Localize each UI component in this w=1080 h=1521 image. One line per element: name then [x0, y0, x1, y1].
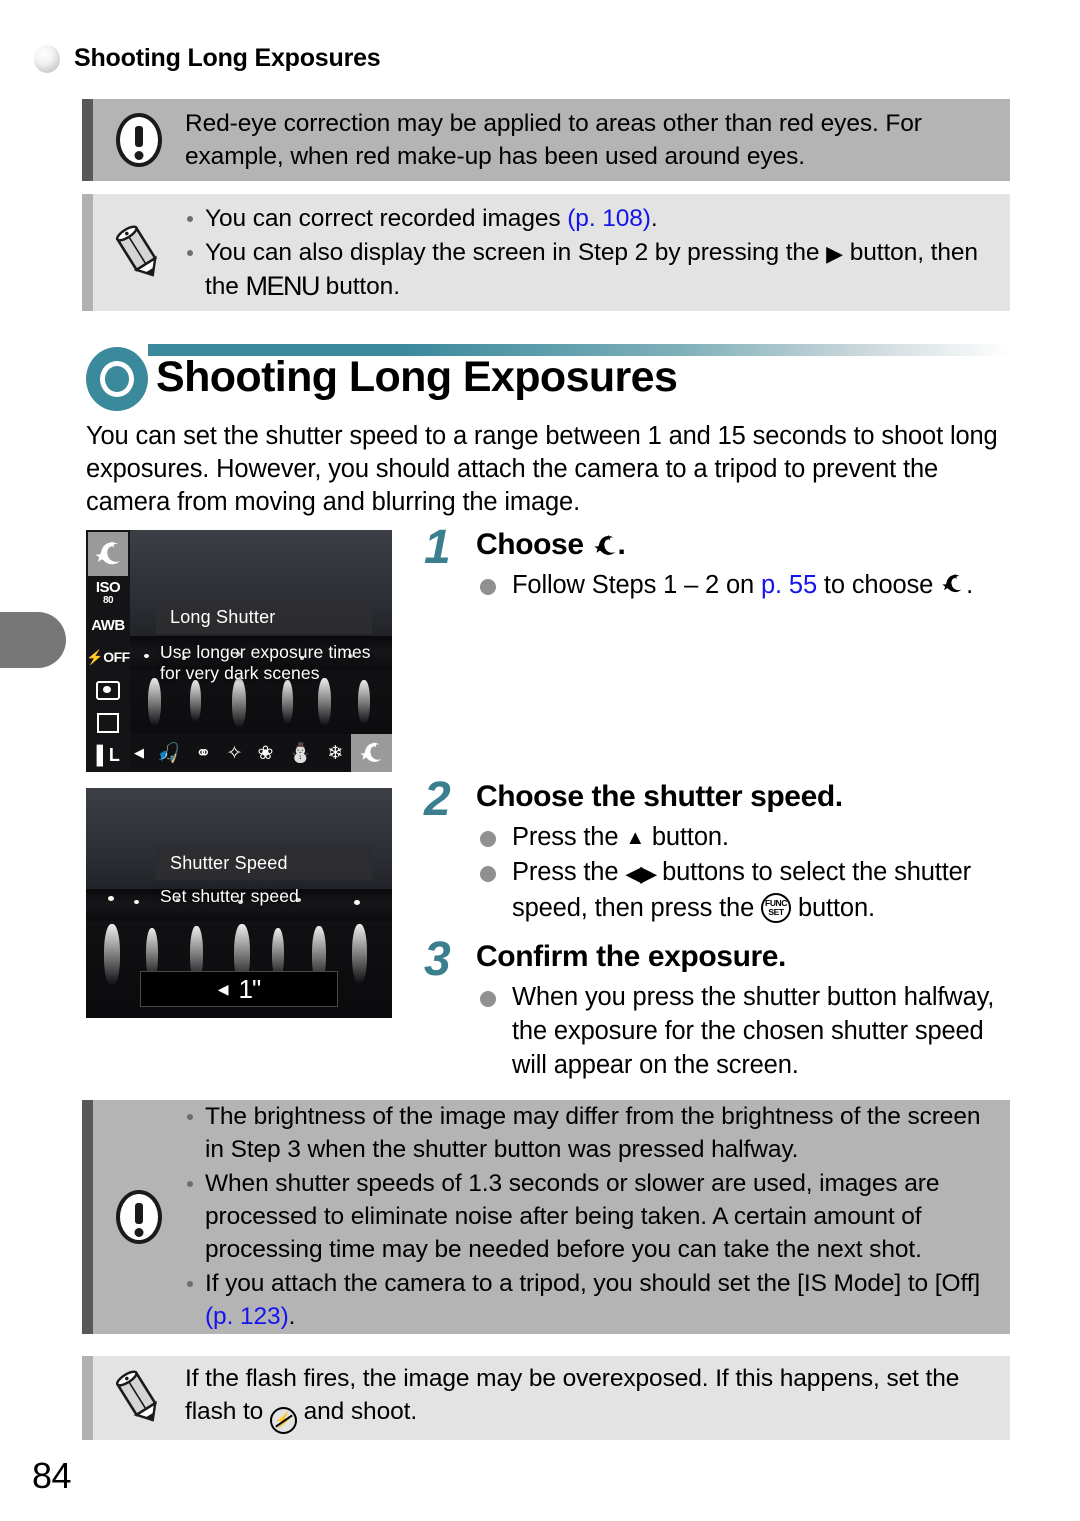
page-reference-link[interactable]: (p. 108) [567, 205, 651, 232]
rail-item-drive-mode[interactable] [88, 707, 128, 740]
rail-item-white-balance[interactable]: AWB [88, 609, 128, 642]
step-1-headline: Choose . [476, 528, 626, 561]
moon-star-icon [592, 534, 618, 558]
rail-item-image-quality[interactable]: ▌L [88, 739, 128, 772]
sphere-bullet-icon [34, 44, 60, 73]
osd-title: Long Shutter [156, 600, 372, 634]
mode-icon-snow[interactable]: ⛄ [281, 744, 320, 763]
pencil-note-icon [93, 1370, 185, 1426]
list-item: Press the ▲ button. [476, 820, 1016, 855]
step-1-number: 1 [424, 521, 451, 574]
osd-description: Use longer exposure times for very dark … [160, 642, 378, 684]
mode-icon-kids-pets[interactable]: ⚭ [188, 744, 219, 763]
osd-title: Shutter Speed [156, 846, 372, 880]
left-arrow-icon[interactable]: ◀ [218, 981, 229, 998]
list-item: You can also display the screen in Step … [185, 236, 992, 303]
ring-bullet-icon [86, 347, 148, 411]
warning-exclamation-icon [93, 1190, 185, 1244]
note-callout-top-list: You can correct recorded images (p. 108)… [185, 202, 992, 303]
mode-icon-indoor[interactable]: ✧ [219, 744, 250, 763]
warning-callout-top: Red-eye correction may be applied to are… [82, 99, 1010, 181]
page-reference-link[interactable]: (p. 123) [205, 1303, 289, 1330]
rail-item-iso[interactable]: ISO 80 [88, 576, 128, 609]
section-intro-text: You can set the shutter speed to a range… [86, 422, 998, 516]
page-number: 84 [32, 1455, 72, 1496]
mode-icon-portrait[interactable]: 🎣 [149, 744, 188, 763]
note-callout-bottom: If the flash fires, the image may be ove… [82, 1356, 1010, 1440]
callout-accent-bar [82, 194, 93, 311]
running-header-title: Shooting Long Exposures [74, 44, 381, 72]
mode-icon-long-shutter[interactable] [350, 734, 392, 772]
long-shutter-mode-screen: ISO 80 AWB ⚡OFF ▌L Long Shutter Use longe… [86, 530, 392, 772]
list-item: When you press the shutter button halfwa… [476, 980, 1006, 1082]
shooting-settings-rail: ISO 80 AWB ⚡OFF ▌L [86, 530, 130, 772]
warning-callout-bottom-list: The brightness of the image may differ f… [185, 1100, 992, 1333]
warning-exclamation-icon [93, 113, 185, 167]
page-title: Shooting Long Exposures [156, 353, 678, 401]
step-2-headline: Choose the shutter speed. [476, 780, 843, 813]
left-arrow-icon[interactable]: ◀ [134, 745, 144, 761]
list-item: Press the ◀▶ buttons to select the shutt… [476, 855, 1016, 925]
step-1-bullets: Follow Steps 1 – 2 on p. 55 to choose . [476, 568, 1016, 602]
up-arrow-button-icon: ▲ [625, 827, 645, 849]
callout-accent-bar [82, 1356, 93, 1440]
list-item: If you attach the camera to a tripod, yo… [185, 1267, 992, 1333]
shutter-speed-selector[interactable]: ◀ 1" [140, 971, 338, 1007]
rail-item-flash-off[interactable]: ⚡OFF [86, 641, 130, 674]
page-reference-link[interactable]: p. 55 [761, 571, 817, 599]
pencil-note-icon [93, 225, 185, 281]
mode-icon-foliage[interactable]: ❀ [250, 744, 281, 763]
osd-description-line2: for very dark scenes [160, 663, 320, 683]
list-item: Follow Steps 1 – 2 on p. 55 to choose . [476, 568, 1016, 602]
callout-accent-bar [82, 99, 93, 181]
note-callout-top: You can correct recorded images (p. 108)… [82, 194, 1010, 311]
note-callout-bottom-text: If the flash fires, the image may be ove… [185, 1362, 992, 1434]
warning-callout-top-text: Red-eye correction may be applied to are… [185, 110, 922, 170]
osd-description: Set shutter speed [160, 886, 299, 906]
rail-item-metering[interactable] [88, 674, 128, 707]
shutter-speed-value: 1" [238, 973, 262, 1004]
step-3-bullets: When you press the shutter button halfwa… [476, 980, 1006, 1082]
step-2-number: 2 [424, 773, 451, 826]
left-right-arrow-buttons-icon: ◀▶ [625, 861, 657, 886]
step-3-headline: Confirm the exposure. [476, 940, 786, 973]
section-intro: You can set the shutter speed to a range… [86, 420, 1016, 519]
step-3-number: 3 [424, 933, 451, 986]
list-item: The brightness of the image may differ f… [185, 1100, 992, 1166]
flash-off-icon: ⚡ [269, 1407, 297, 1434]
mode-icon-fireworks[interactable]: ❄ [320, 744, 351, 763]
osd-description-line1: Use longer exposure times [160, 642, 371, 662]
scene-mode-strip[interactable]: ◀ 🎣 ⚭ ✧ ❀ ⛄ ❄ [130, 734, 392, 772]
menu-button-icon: MENU [245, 270, 320, 301]
step-2-bullets: Press the ▲ button. Press the ◀▶ buttons… [476, 820, 1016, 925]
callout-accent-bar [82, 1100, 93, 1334]
running-header: Shooting Long Exposures [34, 44, 381, 73]
chapter-edge-tab [0, 612, 66, 668]
list-item: You can correct recorded images (p. 108)… [185, 202, 992, 235]
right-arrow-button-icon: ▶ [826, 240, 843, 266]
list-item: When shutter speeds of 1.3 seconds or sl… [185, 1167, 992, 1266]
warning-callout-bottom: The brightness of the image may differ f… [82, 1100, 1010, 1334]
rail-item-long-shutter[interactable] [88, 532, 128, 577]
moon-star-icon [940, 573, 966, 597]
shutter-speed-screen: Shutter Speed Set shutter speed ◀ 1" [86, 788, 392, 1018]
func-set-button-icon: FUNC SET [761, 893, 792, 923]
